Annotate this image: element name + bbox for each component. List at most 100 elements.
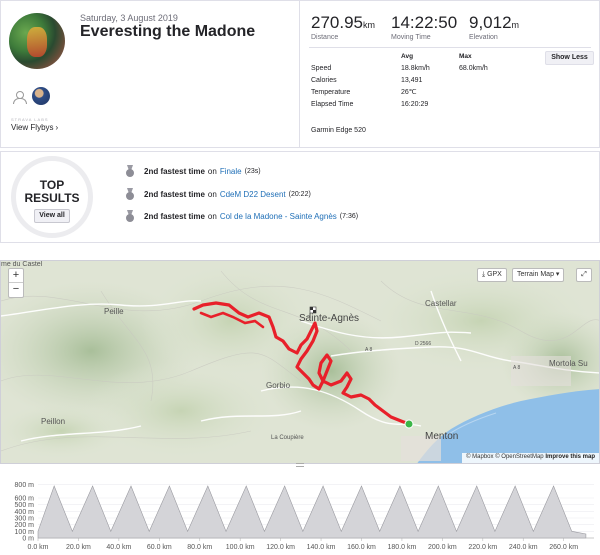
top-results-panel: TOP RESULTS View all 2nd fastest time on… (0, 151, 600, 243)
temperature-label: Temperature (311, 89, 351, 96)
segment-link[interactable]: Col de la Madone - Sainte Agnès (220, 212, 337, 221)
more-stats-header: Avg Max (311, 51, 511, 63)
y-tick-label: 0 m (22, 536, 34, 543)
top-results-title-top: TOP (39, 178, 65, 192)
x-tick-label: 220.0 km (468, 544, 497, 551)
x-tick-label: 260.0 km (549, 544, 578, 551)
x-tick-label: 100.0 km (226, 544, 255, 551)
road-label: A 8 (513, 365, 521, 371)
map-resize-handle[interactable] (296, 463, 304, 467)
route-line (192, 301, 414, 429)
x-tick-label: 240.0 km (509, 544, 538, 551)
activity-stats: 270.95km Distance 14:22:50 Moving Time 9… (301, 1, 599, 147)
activity-date: Saturday, 3 August 2019 (80, 13, 178, 23)
y-axis-labels: 0 m100 m200 m300 m400 m500 m600 m 800 m (15, 482, 35, 542)
y-tick-label: 600 m (15, 496, 35, 503)
result-on: on (207, 166, 217, 176)
x-tick-label: 160.0 km (347, 544, 376, 551)
result-rank: 2nd fastest time (144, 166, 205, 176)
segment-link[interactable]: Finale (220, 167, 242, 176)
result-time: (23s) (244, 167, 261, 175)
elevation-chart-svg: 0 m100 m200 m300 m400 m500 m600 m 800 m 0… (15, 482, 594, 551)
elevation-area (37, 485, 587, 539)
calories-row: Calories 13,491 (311, 75, 511, 87)
map-place-label: Sainte-Agnès (299, 313, 360, 324)
group-athlete-avatar[interactable] (32, 87, 50, 105)
y-tick-label: 300 m (15, 516, 35, 523)
moving-time-value: 14:22:50 (391, 13, 458, 32)
map-place-label: Gorbio (266, 381, 291, 390)
silver-medal-icon (125, 188, 135, 200)
x-tick-label: 140.0 km (307, 544, 336, 551)
elevation-unit: m (511, 20, 520, 30)
result-on: on (207, 211, 217, 221)
show-less-button[interactable]: Show Less (545, 51, 594, 65)
osm-credit[interactable]: © OpenStreetMap (495, 454, 543, 460)
road-label: A 8 (365, 347, 373, 353)
result-item: 2nd fastest time on Finale (23s) (125, 164, 261, 178)
route-map[interactable]: me du Castel Peille Sainte-Agnès Castell… (0, 260, 600, 464)
device-name: Garmin Edge 520 (311, 127, 366, 134)
map-place-label: Peille (104, 307, 124, 316)
strava-labs-label: STRAVA LABS (11, 117, 49, 122)
improve-map-link[interactable]: Improve this map (545, 454, 595, 460)
speed-avg: 18.8km/h (401, 65, 430, 72)
y-tick-label: 800 m (15, 482, 35, 489)
zoom-control: + − (8, 268, 24, 298)
x-tick-label: 120.0 km (266, 544, 295, 551)
elevation-stat: 9,012m Elevation (469, 13, 519, 41)
map-attribution: © Mapbox © OpenStreetMap Improve this ma… (462, 453, 599, 463)
x-tick-label: 200.0 km (428, 544, 457, 551)
expand-map-button[interactable]: ⤢ (576, 268, 592, 282)
map-place-label: Castellar (425, 299, 457, 308)
zoom-in-button[interactable]: + (9, 269, 23, 283)
speed-row: Speed 18.8km/h 68.0km/h (311, 63, 511, 75)
elevation-chart[interactable]: 0 m 100 m 200 m 300 m 400 m 500 m 600 m 800 m 0… (0, 468, 600, 555)
distance-stat: 270.95km Distance (311, 13, 375, 41)
result-time: (20:22) (288, 190, 311, 198)
elevation-value: 9,012 (469, 13, 512, 32)
map-type-label: Terrain Map (517, 271, 554, 278)
segment-link[interactable]: CdeM D22 Desent (220, 190, 286, 199)
gpx-label: GPX (487, 271, 502, 278)
elapsed-time-value: 16:20:29 (401, 101, 429, 108)
map-type-dropdown[interactable]: Terrain Map ▾ (512, 268, 565, 282)
y-tick-label: 200 m (15, 522, 35, 529)
mapbox-credit[interactable]: © Mapbox (466, 454, 493, 460)
temperature-value: 26℃ (401, 89, 417, 96)
activity-header: Saturday, 3 August 2019 Everesting the M… (0, 0, 600, 148)
silver-medal-icon (125, 210, 135, 222)
road-label: D 2566 (415, 341, 432, 347)
result-rank: 2nd fastest time (144, 189, 205, 199)
map-place-label: La Coupière (271, 435, 304, 441)
x-tick-label: 60.0 km (147, 544, 172, 551)
map-place-label: me du Castel (1, 261, 43, 268)
view-flybys-link[interactable]: View Flybys › (11, 123, 58, 132)
map-place-label: Mortola Su (549, 359, 588, 368)
download-icon: ⤓ (482, 271, 486, 278)
more-stats-table: Avg Max Speed 18.8km/h 68.0km/h Calories… (311, 51, 511, 111)
silver-medal-icon (125, 165, 135, 177)
top-results-badge: TOP RESULTS View all (11, 156, 93, 238)
x-tick-label: 20.0 km (66, 544, 91, 551)
calories-value: 13,491 (401, 77, 423, 84)
header-avg: Avg (401, 53, 414, 60)
zoom-out-button[interactable]: − (9, 283, 23, 297)
expand-icon: ⤢ (581, 271, 587, 278)
view-all-button[interactable]: View all (34, 209, 70, 223)
activity-title: Everesting the Madone (80, 23, 256, 40)
view-flybys-label: View Flybys (11, 123, 54, 132)
header-max: Max (459, 53, 472, 60)
result-on: on (207, 189, 217, 199)
x-axis-labels: 0.0 km 20.0 km 40.0 km 60.0 km 80.0 km 100.0 … (27, 544, 578, 551)
speed-max: 68.0km/h (459, 65, 488, 72)
speed-label: Speed (311, 65, 332, 72)
x-tick-label: 180.0 km (388, 544, 417, 551)
result-item: 2nd fastest time on Col de la Madone - S… (125, 209, 358, 223)
moving-time-stat: 14:22:50 Moving Time (391, 13, 457, 41)
gpx-download-button[interactable]: ⤓ GPX (477, 268, 507, 282)
group-icon (12, 91, 28, 104)
temperature-row: Temperature 26℃ (311, 87, 511, 99)
athlete-avatar[interactable] (9, 13, 65, 69)
elevation-label: Elevation (469, 34, 498, 41)
